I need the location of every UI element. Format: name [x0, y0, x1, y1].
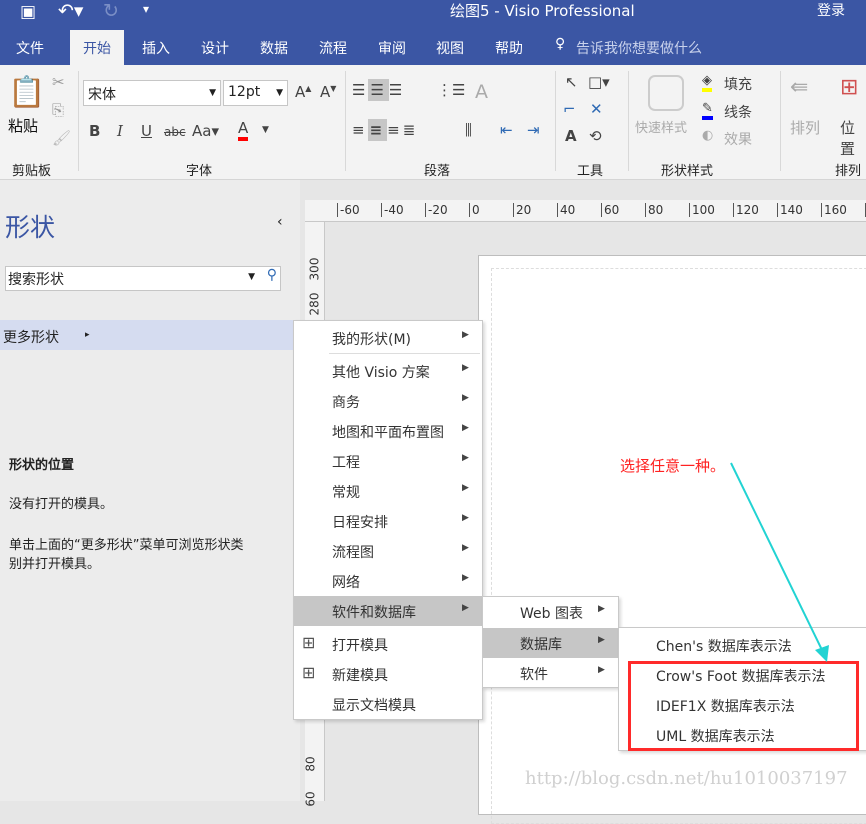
annotation-arrow [730, 462, 829, 662]
watermark: http://blog.csdn.net/hu1010037197 [525, 768, 848, 789]
